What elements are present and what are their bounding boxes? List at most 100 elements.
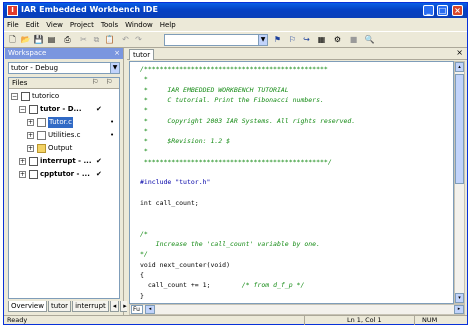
code-line: * $Revision: 1.2 $ [140,137,231,146]
configuration-select[interactable]: tutor - Debug ▼ [8,62,120,74]
workspace-icon [21,92,30,101]
tree-item[interactable]: − tutor - D... ✔ [9,104,119,115]
expand-icon[interactable]: + [27,119,34,126]
code-line: #include "tutor.h" [140,178,211,187]
files-column-header[interactable]: Files [12,79,27,87]
editor-tab-tutor[interactable]: tutor [129,49,155,60]
close-button[interactable]: × [452,5,463,16]
workspace-title: Workspace [8,49,47,57]
tab-tutor[interactable]: tutor [47,301,72,312]
menu-help[interactable]: Help [160,21,176,29]
window-title: IAR Embedded Workbench IDE [21,5,158,14]
menu-tools[interactable]: Tools [101,21,118,29]
copy-icon[interactable]: ⧉ [91,34,102,45]
tree-header: Files ⚐ ⚐ [9,78,119,89]
collapse-icon[interactable]: − [11,93,18,100]
expand-icon[interactable]: + [19,171,26,178]
tree-item-label: Utilities.c [48,131,81,139]
tree-item[interactable]: + Tutor.c • [9,117,119,128]
code-line: int call_count; [140,198,199,207]
menu-view[interactable]: View [46,21,63,29]
title-bar[interactable]: I IAR Embedded Workbench IDE _ □ × [4,3,467,18]
code-line: call_count += 1; /* from d_f_p */ [140,281,305,290]
code-text: call_count += 1; [140,281,211,290]
modified-column-icon[interactable]: ⚐ [106,78,112,86]
menu-bar: File Edit View Project Tools Window Help [4,18,467,31]
menu-edit[interactable]: Edit [26,21,40,29]
stop-build-icon[interactable]: ■ [348,34,359,45]
editor-tabstrip: tutor × [127,48,467,60]
status-num: NUM [422,316,438,324]
collapse-icon[interactable]: − [19,106,26,113]
expand-icon[interactable]: + [27,145,34,152]
code-line: * [140,75,148,84]
vertical-scrollbar[interactable]: ▴ ▾ [454,61,465,304]
code-view[interactable]: /***************************************… [129,61,454,304]
chevron-down-icon[interactable]: ▼ [110,63,119,73]
open-icon[interactable]: 📂 [20,34,31,45]
workspace-tabs: Overview tutor interrupt ◂ ▸ [8,301,130,313]
find-combo[interactable]: ▼ [164,34,268,46]
compile-icon[interactable]: ▦ [316,34,327,45]
make-icon[interactable]: ⚙ [332,34,343,45]
save-all-icon[interactable]: ▤ [46,34,57,45]
iar-logo-icon: I [7,5,18,16]
cut-icon[interactable]: ✂ [78,34,89,45]
workspace-title-bar[interactable]: Workspace × [5,48,123,59]
code-line: */ [140,250,148,259]
tree-item[interactable]: − tutorico [9,91,119,102]
menu-project[interactable]: Project [70,21,94,29]
horizontal-scrollbar[interactable]: Fu ◂ ▸ [129,304,465,315]
paste-icon[interactable]: 📋 [104,34,115,45]
file-icon [37,118,46,127]
redo-icon[interactable]: ↷ [133,34,144,45]
tab-overview[interactable]: Overview [8,301,47,312]
debug-icon[interactable]: 🔍 [364,34,375,45]
next-bookmark-icon[interactable]: ⚐ [287,34,298,45]
tab-scroll-left-icon[interactable]: ◂ [109,301,120,312]
code-line: { [140,271,144,279]
go-to-icon[interactable]: ↪ [301,34,312,45]
workspace-close-icon[interactable]: × [114,48,120,59]
expand-icon[interactable]: + [27,132,34,139]
tree-item-label: cpptutor - ... [40,170,90,178]
scroll-left-icon[interactable]: ◂ [145,305,155,314]
tab-interrupt[interactable]: interrupt [72,301,109,312]
maximize-button[interactable]: □ [437,5,448,16]
main-toolbar: 🗋 📂 💾 ▤ ⎙ ✂ ⧉ 📋 ↶ ↷ ▼ ⚑ ⚐ ↪ ▦ ⚙ ■ 🔍 [4,31,467,48]
print-icon[interactable]: ⎙ [62,34,73,45]
chevron-down-icon[interactable]: ▼ [258,35,267,45]
tree-item[interactable]: + cpptutor - ... ✔ [9,169,119,180]
project-icon [29,157,38,166]
scroll-up-icon[interactable]: ▴ [455,62,464,72]
toggle-bookmark-icon[interactable]: ⚑ [272,34,283,45]
tree-item-label: Tutor.c [48,117,73,128]
build-status-column-icon[interactable]: ⚐ [92,78,98,86]
undo-icon[interactable]: ↶ [120,34,131,45]
function-navigator[interactable]: Fu [131,305,143,314]
code-line: * IAR EMBEDDED WORKBENCH TUTORIAL [140,85,289,94]
editor-close-icon[interactable]: × [456,48,463,57]
scroll-right-icon[interactable]: ▸ [454,305,464,314]
checkmark-icon: ✔ [96,170,102,178]
code-line: * [140,106,148,115]
new-file-icon[interactable]: 🗋 [7,34,18,45]
menu-file[interactable]: File [7,21,19,29]
minimize-button[interactable]: _ [423,5,434,16]
tree-item-label: interrupt - ... [40,157,92,165]
status-position: Ln 1, Col 1 [347,316,382,324]
scroll-down-icon[interactable]: ▾ [455,293,464,303]
project-icon [29,170,38,179]
expand-icon[interactable]: + [19,158,26,165]
tree-item[interactable]: + Output [9,143,119,154]
checkmark-icon: ✔ [96,105,102,113]
code-line: ****************************************… [140,157,332,166]
code-line: * C tutorial. Print the Fibonacci number… [140,95,324,104]
save-icon[interactable]: 💾 [33,34,44,45]
code-line: * [140,147,148,156]
tree-item[interactable]: + Utilities.c • [9,130,119,141]
code-line: } [140,291,144,300]
tree-item[interactable]: + interrupt - ... ✔ [9,156,119,167]
menu-window[interactable]: Window [125,21,153,29]
scroll-thumb[interactable] [455,74,464,184]
